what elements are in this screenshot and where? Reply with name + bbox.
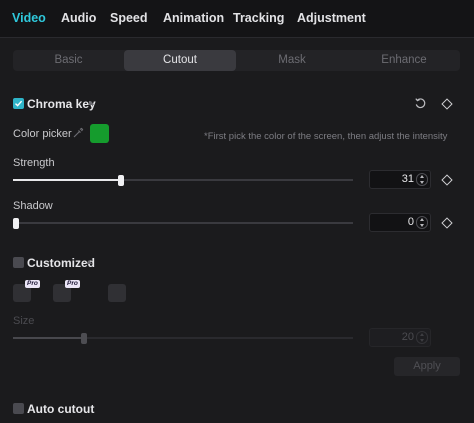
decrement-icon[interactable] — [420, 181, 424, 184]
reset-icon[interactable] — [414, 97, 427, 110]
size-slider-fill — [13, 337, 81, 339]
strength-slider-handle[interactable] — [118, 175, 124, 186]
checkmark-icon — [15, 100, 23, 107]
shadow-slider-track[interactable] — [13, 222, 353, 224]
apply-button[interactable]: Apply — [394, 357, 460, 376]
shadow-stepper[interactable]: 0 — [369, 213, 431, 232]
size-spin-buttons[interactable] — [416, 331, 428, 344]
subtab-mask[interactable]: Mask — [236, 50, 348, 71]
increment-icon[interactable] — [420, 218, 424, 221]
top-tab-bar: Video Audio Speed Animation Tracking Adj… — [0, 0, 474, 38]
customized-checkbox[interactable] — [13, 257, 24, 268]
preset-swatch[interactable] — [108, 284, 126, 302]
subtab-basic[interactable]: Basic — [13, 50, 124, 71]
decrement-icon[interactable] — [420, 339, 424, 342]
tab-video[interactable]: Video — [12, 11, 46, 25]
chroma-key-hint: *First pick the color of the screen, the… — [204, 131, 448, 142]
tab-adjustment[interactable]: Adjustment — [297, 11, 366, 25]
size-value[interactable]: 20 — [370, 331, 414, 343]
tab-audio[interactable]: Audio — [61, 11, 96, 25]
strength-slider-track[interactable] — [13, 179, 353, 181]
shadow-slider-handle[interactable] — [13, 218, 19, 229]
size-slider-handle[interactable] — [81, 333, 87, 344]
picked-color-swatch[interactable] — [90, 124, 109, 143]
increment-icon[interactable] — [420, 333, 424, 336]
auto-cutout-checkbox[interactable] — [13, 403, 24, 414]
customized-title: Customized — [27, 256, 96, 270]
keyframe-icon[interactable] — [441, 98, 453, 110]
tab-tracking[interactable]: Tracking — [233, 11, 284, 25]
increment-icon[interactable] — [420, 175, 424, 178]
shadow-value[interactable]: 0 — [370, 216, 414, 228]
sub-tab-bar: Basic Cutout Mask Enhance — [13, 50, 460, 71]
auto-cutout-title: Auto cutout — [27, 402, 95, 416]
shadow-label: Shadow — [13, 200, 53, 212]
collapse-caret-icon[interactable] — [86, 260, 92, 264]
chroma-key-checkbox[interactable] — [13, 98, 24, 109]
strength-spin-buttons[interactable] — [416, 173, 428, 186]
subtab-enhance[interactable]: Enhance — [348, 50, 460, 71]
size-label: Size — [13, 315, 35, 327]
collapse-caret-icon[interactable] — [88, 101, 94, 105]
color-picker-label: Color picker — [13, 128, 72, 140]
eyedropper-icon[interactable] — [72, 127, 84, 139]
shadow-spin-buttons[interactable] — [416, 216, 428, 229]
strength-label: Strength — [13, 157, 55, 169]
strength-value[interactable]: 31 — [370, 173, 414, 185]
size-stepper[interactable]: 20 — [369, 328, 431, 347]
strength-keyframe-icon[interactable] — [441, 174, 453, 186]
tab-speed[interactable]: Speed — [110, 11, 148, 25]
decrement-icon[interactable] — [420, 224, 424, 227]
strength-stepper[interactable]: 31 — [369, 170, 431, 189]
shadow-keyframe-icon[interactable] — [441, 217, 453, 229]
subtab-cutout[interactable]: Cutout — [124, 50, 236, 71]
pro-badge: Pro — [25, 280, 40, 288]
pro-badge: Pro — [65, 280, 80, 288]
strength-slider-fill — [13, 179, 118, 181]
size-slider-track[interactable] — [13, 337, 353, 339]
chroma-key-title: Chroma key — [27, 97, 96, 111]
tab-animation[interactable]: Animation — [163, 11, 224, 25]
